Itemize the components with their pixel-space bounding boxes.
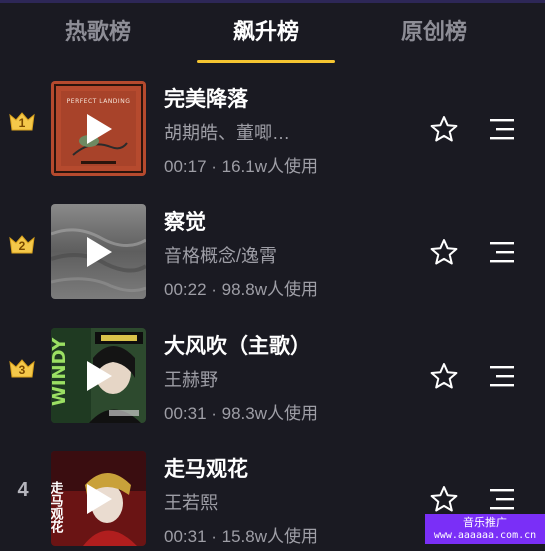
song-title: 走马观花	[164, 458, 248, 481]
song-meta: 00:17 · 16.1w人使用	[164, 157, 319, 176]
watermark: 音乐推广 www.aaaaaa.com.cn	[425, 514, 545, 544]
song-title: 完美降落	[164, 88, 248, 111]
play-icon	[86, 483, 112, 514]
album-cover[interactable]: 走马观花	[51, 451, 146, 546]
play-button[interactable]	[51, 204, 146, 299]
song-row[interactable]: 3 WINDY 大风吹（主歌） 王赫野 00:31 · 98.3w人使用	[0, 328, 545, 428]
album-cover[interactable]: PERFECT LANDING	[51, 81, 146, 176]
song-title: 大风吹（主歌）	[164, 335, 311, 358]
tab-original-songs[interactable]: 原创榜	[384, 14, 484, 50]
playlist-menu-icon[interactable]	[490, 241, 518, 263]
playlist-menu-icon[interactable]	[490, 365, 518, 387]
song-artist: 胡期皓、董唧…	[164, 123, 290, 143]
album-cover[interactable]: WINDY	[51, 328, 146, 423]
play-icon	[86, 113, 112, 144]
playlist-menu-icon[interactable]	[490, 118, 518, 140]
chart-tabs: 热歌榜 飙升榜 原创榜	[0, 0, 545, 68]
star-icon[interactable]	[430, 238, 458, 266]
play-button[interactable]	[51, 328, 146, 423]
song-meta: 00:22 · 98.8w人使用	[164, 280, 319, 299]
tab-rising-songs[interactable]: 飙升榜	[216, 14, 316, 50]
watermark-url: www.aaaaaa.com.cn	[433, 530, 537, 541]
rank-number: 4	[17, 479, 29, 501]
tab-hot-songs[interactable]: 热歌榜	[48, 14, 148, 50]
song-artist: 王若熙	[164, 493, 218, 513]
song-meta: 00:31 · 15.8w人使用	[164, 527, 319, 546]
album-cover[interactable]	[51, 204, 146, 299]
rank-number: 1	[18, 116, 26, 130]
rank-number: 2	[18, 239, 26, 253]
song-row[interactable]: 1 PERFECT LANDING 完美降落 胡期皓、董唧… 00:17 · 1…	[0, 81, 545, 181]
rank-badge: 3	[8, 356, 38, 386]
play-button[interactable]	[51, 81, 146, 176]
rank-number: 3	[18, 363, 26, 377]
play-button[interactable]	[51, 451, 146, 546]
song-title: 察觉	[164, 211, 206, 234]
play-icon	[86, 236, 112, 267]
star-icon[interactable]	[430, 362, 458, 390]
watermark-title: 音乐推广	[463, 516, 507, 529]
play-icon	[86, 360, 112, 391]
song-artist: 王赫野	[164, 370, 218, 390]
rank-badge: 2	[8, 232, 38, 262]
star-icon[interactable]	[430, 115, 458, 143]
song-artist: 音格概念/逸霄	[164, 246, 278, 266]
rank-badge: 1	[8, 109, 38, 139]
song-meta: 00:31 · 98.3w人使用	[164, 404, 319, 423]
song-row[interactable]: 2 察觉 音格概念/逸霄 00:22 · 98.8w人使用	[0, 204, 545, 304]
star-icon[interactable]	[430, 485, 458, 513]
active-tab-indicator	[197, 60, 335, 63]
playlist-menu-icon[interactable]	[490, 488, 518, 510]
